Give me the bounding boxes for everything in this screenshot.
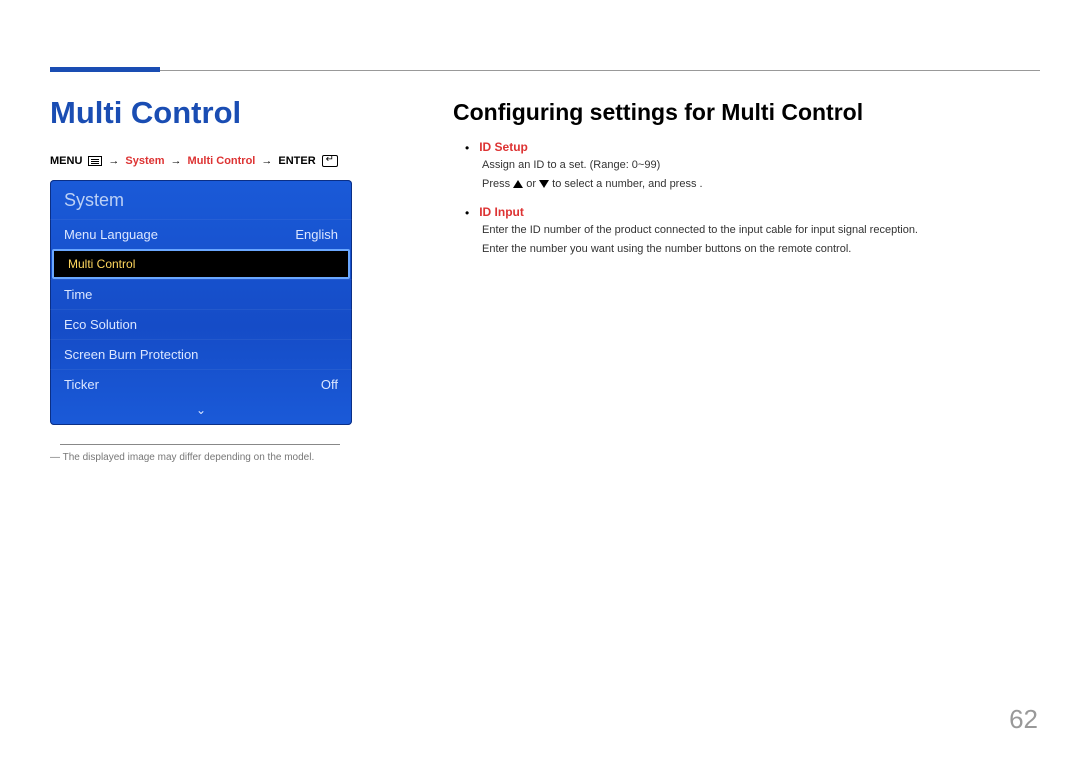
- arrow-icon: →: [261, 155, 272, 167]
- setting-desc-line: Enter the number you want using the numb…: [482, 242, 1035, 258]
- osd-item-value: Off: [321, 377, 338, 392]
- setting-id-setup: • ID Setup Assign an ID to a set. (Range…: [465, 140, 1035, 193]
- triangle-up-icon: [513, 180, 523, 188]
- arrow-icon: →: [171, 155, 182, 167]
- section-heading: Configuring settings for Multi Control: [453, 99, 863, 126]
- footnote-rule: [60, 444, 340, 445]
- osd-item-screen-burn[interactable]: Screen Burn Protection: [50, 339, 352, 369]
- osd-item-menu-language[interactable]: Menu Language English: [50, 219, 352, 249]
- enter-icon: [322, 155, 338, 167]
- header-rule: [50, 70, 1040, 71]
- osd-title: System: [50, 180, 352, 219]
- osd-panel: System Menu Language English Multi Contr…: [50, 180, 352, 425]
- setting-desc-line: Enter the ID number of the product conne…: [482, 223, 1035, 239]
- triangle-down-icon: [539, 180, 549, 188]
- osd-item-label: Multi Control: [68, 257, 135, 271]
- breadcrumb-multi-control: Multi Control: [188, 155, 256, 167]
- bullet-icon: •: [465, 206, 469, 220]
- menu-icon: [88, 156, 102, 166]
- osd-item-label: Time: [64, 287, 92, 302]
- osd-item-label: Eco Solution: [64, 317, 137, 332]
- setting-id-input: • ID Input Enter the ID number of the pr…: [465, 205, 1035, 258]
- osd-item-eco-solution[interactable]: Eco Solution: [50, 309, 352, 339]
- osd-item-multi-control[interactable]: Multi Control: [52, 249, 350, 279]
- page-title: Multi Control: [50, 95, 241, 131]
- breadcrumb-menu-label: MENU: [50, 155, 82, 167]
- osd-item-label: Ticker: [64, 377, 99, 392]
- footnote: ― The displayed image may differ dependi…: [50, 452, 360, 463]
- osd-item-time[interactable]: Time: [50, 279, 352, 309]
- settings-list: • ID Setup Assign an ID to a set. (Range…: [465, 140, 1035, 270]
- header-rule-accent: [50, 67, 160, 72]
- osd-item-label: Menu Language: [64, 227, 158, 242]
- arrow-icon: →: [108, 155, 119, 167]
- osd-item-label: Screen Burn Protection: [64, 347, 198, 362]
- breadcrumb-system: System: [125, 155, 164, 167]
- chevron-down-icon: ⌄: [196, 403, 206, 417]
- osd-more-indicator[interactable]: ⌄: [50, 399, 352, 425]
- osd-item-ticker[interactable]: Ticker Off: [50, 369, 352, 399]
- breadcrumb: MENU → System → Multi Control → ENTER: [50, 155, 338, 167]
- bullet-icon: •: [465, 141, 469, 155]
- breadcrumb-enter-label: ENTER: [278, 155, 315, 167]
- osd-item-value: English: [295, 227, 338, 242]
- setting-desc-line: Press or to select a number, and press .: [482, 177, 1035, 193]
- page-number: 62: [1009, 704, 1038, 735]
- setting-label: ID Setup: [479, 140, 528, 155]
- setting-desc-line: Assign an ID to a set. (Range: 0~99): [482, 158, 1035, 174]
- setting-label: ID Input: [479, 205, 524, 220]
